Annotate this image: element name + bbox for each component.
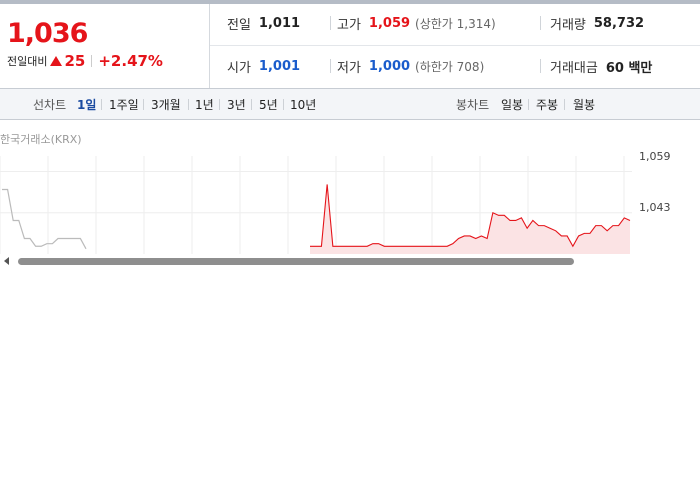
amount-label: 거래대금 [550, 60, 598, 76]
current-price: 1,036 [7, 18, 88, 49]
low-value: 1,000 [368, 58, 411, 74]
tab-daily-candle[interactable]: 일봉 [501, 89, 523, 119]
tab-monthly-candle[interactable]: 월봉 [573, 89, 595, 119]
amount-value: 60 백만 [605, 60, 653, 76]
volume-label: 거래량 [550, 17, 586, 33]
horizontal-scrollbar[interactable] [0, 254, 700, 268]
divider [564, 99, 565, 110]
open-value: 1,001 [258, 58, 301, 74]
change-percent: +2.47% [98, 52, 163, 70]
prev-close-label: 전일 [227, 17, 251, 33]
scroll-left-icon[interactable] [4, 257, 9, 265]
divider [330, 16, 331, 30]
tab-10year[interactable]: 10년 [290, 89, 316, 119]
chart-tabs: 선차트 1일 1주일 3개월 1년 3년 5년 10년 봉차트 일봉 주봉 월봉 [0, 89, 700, 120]
line-chart-label: 선차트 [33, 97, 67, 112]
price-box: 1,036 전일대비 25 +2.47% [0, 4, 210, 88]
volume: 거래량 58,732 [550, 13, 644, 33]
chart-canvas [0, 156, 632, 254]
price-chart: 한국거래소(KRX) 1,059 1,043 [0, 120, 700, 265]
change-row: 전일대비 25 +2.47% [7, 52, 163, 70]
divider [528, 99, 529, 110]
tab-1year[interactable]: 1년 [195, 89, 214, 119]
volume-value: 58,732 [593, 15, 645, 31]
high-value: 1,059 [368, 15, 411, 31]
candle-chart-label: 봉차트 [456, 97, 490, 112]
high-label: 고가 [337, 17, 361, 33]
row-divider [210, 45, 700, 46]
series-line-previous [2, 188, 87, 250]
prev-close-value: 1,011 [258, 15, 301, 31]
tab-3month[interactable]: 3개월 [151, 89, 181, 119]
tab-5year[interactable]: 5년 [259, 89, 278, 119]
open-price: 시가 1,001 [227, 56, 300, 76]
divider [330, 59, 331, 73]
tab-3year[interactable]: 3년 [227, 89, 246, 119]
divider [143, 99, 144, 110]
low-price: 저가 1,000 (하한가 708) [337, 56, 484, 76]
y-tick-label: 1,043 [639, 201, 671, 214]
open-label: 시가 [227, 60, 251, 76]
change-value: 25 [64, 52, 86, 70]
divider [101, 99, 102, 110]
quote-summary: 1,036 전일대비 25 +2.47% 전일 1,011 고가 1,059 (… [0, 4, 700, 89]
upper-limit: (상한가 1,314) [415, 16, 496, 31]
stats-grid: 전일 1,011 고가 1,059 (상한가 1,314) 거래량 58,732… [210, 4, 700, 88]
high-price: 고가 1,059 (상한가 1,314) [337, 13, 496, 33]
divider [91, 55, 93, 67]
up-triangle-icon [50, 56, 63, 66]
tab-weekly-candle[interactable]: 주봉 [536, 89, 558, 119]
divider [251, 99, 252, 110]
divider [283, 99, 284, 110]
trade-amount: 거래대금 60 백만 [550, 56, 652, 76]
scroll-thumb[interactable] [18, 258, 574, 265]
tab-1day[interactable]: 1일 [77, 89, 96, 119]
lower-limit: (하한가 708) [415, 59, 485, 74]
y-tick-label: 1,059 [639, 150, 671, 163]
divider [188, 99, 189, 110]
prev-close: 전일 1,011 [227, 13, 300, 33]
tab-1week[interactable]: 1주일 [109, 89, 139, 119]
low-label: 저가 [337, 60, 361, 76]
change-label: 전일대비 [7, 55, 48, 68]
divider [540, 16, 541, 30]
divider [219, 99, 220, 110]
divider [540, 59, 541, 73]
series-area-current [310, 184, 630, 254]
